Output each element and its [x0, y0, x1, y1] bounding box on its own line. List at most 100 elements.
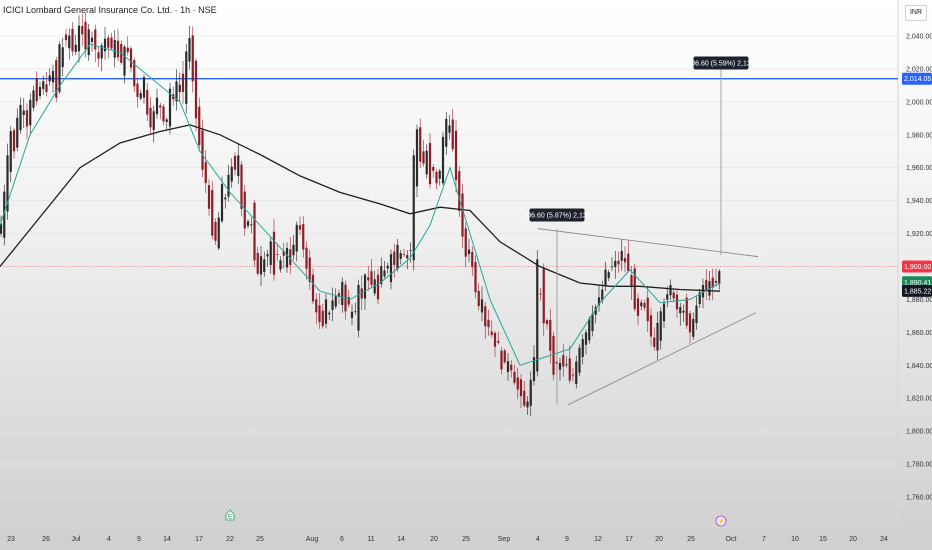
candle-body	[74, 44, 77, 52]
candle-body	[643, 302, 646, 308]
candle-body	[165, 119, 168, 122]
measure-annotation: 106.60 (5.87%) 2,132	[523, 208, 591, 222]
triangle-upper-line	[537, 228, 759, 258]
candle-body	[136, 83, 139, 97]
candle-body	[487, 319, 490, 328]
candle-body	[331, 300, 334, 310]
x-tick-label: 9	[565, 536, 569, 543]
x-tick-label: 11	[367, 536, 374, 543]
candle-body	[81, 26, 84, 35]
candle-body	[68, 35, 71, 49]
x-tick-label: 14	[163, 536, 171, 543]
price-badge: 1,885.22	[902, 284, 932, 297]
candle-body	[87, 29, 90, 56]
candle-body	[454, 130, 458, 181]
x-tick-label: Jul	[72, 536, 81, 543]
candle-body	[415, 129, 419, 187]
candle-body	[146, 90, 149, 115]
candle-body	[516, 377, 519, 390]
candle-body	[321, 310, 324, 327]
candle-body	[126, 47, 129, 53]
price-badge-label: 1,885.22	[904, 288, 931, 295]
candle-body	[451, 119, 454, 150]
candle-body	[389, 254, 393, 283]
y-tick-label: 1,920.00	[906, 231, 932, 238]
candle-body	[464, 228, 467, 257]
x-tick-label: 6	[340, 536, 344, 543]
candle-body	[523, 390, 526, 406]
candle-body	[529, 379, 532, 406]
price-badge-label: 2,014.05	[904, 76, 931, 83]
candle-body	[503, 350, 506, 363]
candle-body	[591, 313, 594, 332]
candle-body	[383, 270, 386, 277]
x-tick-label: 4	[107, 536, 111, 543]
x-tick-label: 20	[430, 536, 438, 543]
candle-body	[630, 275, 633, 288]
x-tick-label: 17	[195, 536, 203, 543]
candle-body	[526, 401, 529, 408]
candle-body	[653, 337, 656, 347]
candle-body	[22, 110, 25, 116]
candle-body	[113, 39, 116, 58]
candle-body	[9, 131, 12, 172]
candle-body	[500, 350, 503, 370]
y-tick-label: 1,760.00	[906, 495, 932, 502]
candle-body	[412, 155, 415, 261]
candle-body	[484, 306, 487, 327]
candle-body	[298, 225, 302, 230]
candle-body	[666, 294, 669, 300]
candle-body	[159, 105, 162, 108]
chart-root: 23 26 Jul 4 9 14 17 22 25 Aug 6 11 14 20 25 Sep 4 9 12 17 20…	[0, 0, 932, 550]
candle-body	[142, 77, 146, 98]
candle-body	[311, 274, 315, 302]
candle-body	[292, 244, 295, 256]
candle-body	[318, 305, 321, 323]
candle-body	[341, 281, 344, 306]
candle-body	[35, 78, 38, 102]
earnings-marker-text: E	[228, 515, 232, 521]
x-tick-label: 25	[687, 536, 695, 543]
candle-body	[627, 253, 630, 272]
candle-body	[441, 136, 445, 184]
y-tick-label: 1,800.00	[906, 429, 932, 436]
x-tick-label: 26	[42, 536, 50, 543]
candle-body	[162, 106, 165, 122]
candle-body	[396, 244, 399, 269]
x-tick-label: 10	[791, 536, 799, 543]
candle-body	[201, 130, 204, 170]
candle-body	[107, 37, 110, 48]
candle-body	[581, 339, 584, 358]
price-badge-label: 1,900.00	[904, 264, 931, 271]
candle-body	[90, 37, 94, 43]
currency-button[interactable]: INR	[905, 5, 927, 21]
y-tick-label: 1,780.00	[906, 462, 932, 469]
y-tick-label: 1,980.00	[906, 132, 932, 139]
candle-body	[705, 279, 708, 291]
candle-body	[19, 104, 22, 131]
x-tick-label: Sep	[498, 536, 511, 543]
candle-body	[692, 318, 695, 337]
earnings-marker-icon: E	[225, 509, 235, 521]
x-axis: 23 26 Jul 4 9 14 17 22 25 Aug 6 11 14 20 25 Sep 4 9 12 17 20…	[7, 536, 888, 543]
candle-body	[315, 299, 318, 313]
candle-body	[480, 299, 484, 313]
candle-body	[285, 247, 289, 268]
candle-body	[103, 38, 107, 52]
candle-body	[185, 51, 188, 104]
candle-body	[565, 364, 568, 366]
candle-body	[295, 224, 298, 252]
candle-body	[129, 48, 133, 68]
x-tick-label: Aug	[306, 536, 319, 543]
candle-body	[549, 319, 552, 351]
candle-body	[610, 266, 614, 268]
candle-body	[123, 46, 126, 76]
dividend-marker-text: ⚡	[717, 518, 725, 526]
candle-body	[12, 130, 16, 152]
y-tick-label: 1,960.00	[906, 165, 932, 172]
chart-svg[interactable]: 23 26 Jul 4 9 14 17 22 25 Aug 6 11 14 20 25 Sep 4 9 12 17 20…	[0, 0, 932, 550]
candle-body	[568, 358, 571, 381]
candle-body	[406, 255, 409, 259]
candle-body	[636, 298, 640, 316]
candle-body	[45, 84, 48, 92]
